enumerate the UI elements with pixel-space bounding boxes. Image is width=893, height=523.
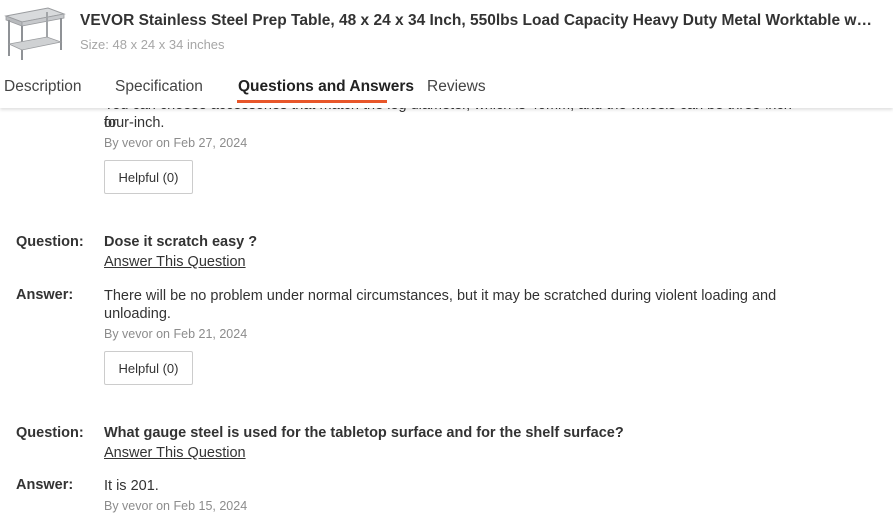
answer-this-question-link[interactable]: Answer This Question [104, 254, 246, 270]
answer-byline: By vevor on Feb 27, 2024 [104, 136, 248, 150]
answer-text: There will be no problem under normal ci… [104, 288, 777, 322]
answer-byline: By vevor on Feb 15, 2024 [104, 499, 248, 513]
answer-label: Answer: [16, 477, 74, 493]
answer-text: four-inch. [104, 115, 165, 131]
helpful-button[interactable]: Helpful (0) [104, 351, 193, 385]
answer-this-question-link[interactable]: Answer This Question [104, 445, 246, 461]
question-text: What gauge steel is used for the tableto… [104, 425, 624, 441]
answer-label: Answer: [16, 287, 74, 303]
tab-specification[interactable]: Specification [115, 78, 203, 96]
question-text: Dose it scratch easy ? [104, 234, 258, 250]
tab-description[interactable]: Description [4, 78, 82, 96]
tab-questions-and-answers[interactable]: Questions and Answers [238, 78, 414, 96]
question-label: Question: [16, 234, 84, 250]
question-label: Question: [16, 425, 84, 441]
product-title[interactable]: VEVOR Stainless Steel Prep Table, 48 x 2… [80, 12, 875, 30]
answer-text: It is 201. [104, 478, 159, 494]
tab-bar: Description Specification Questions and … [0, 75, 893, 108]
active-tab-indicator [237, 100, 387, 103]
product-size: Size: 48 x 24 x 34 inches [80, 37, 225, 52]
answer-byline: By vevor on Feb 21, 2024 [104, 327, 248, 341]
helpful-button[interactable]: Helpful (0) [104, 160, 193, 194]
tab-reviews[interactable]: Reviews [427, 78, 486, 96]
sticky-product-header: VEVOR Stainless Steel Prep Table, 48 x 2… [0, 0, 893, 108]
product-thumbnail [4, 7, 66, 60]
